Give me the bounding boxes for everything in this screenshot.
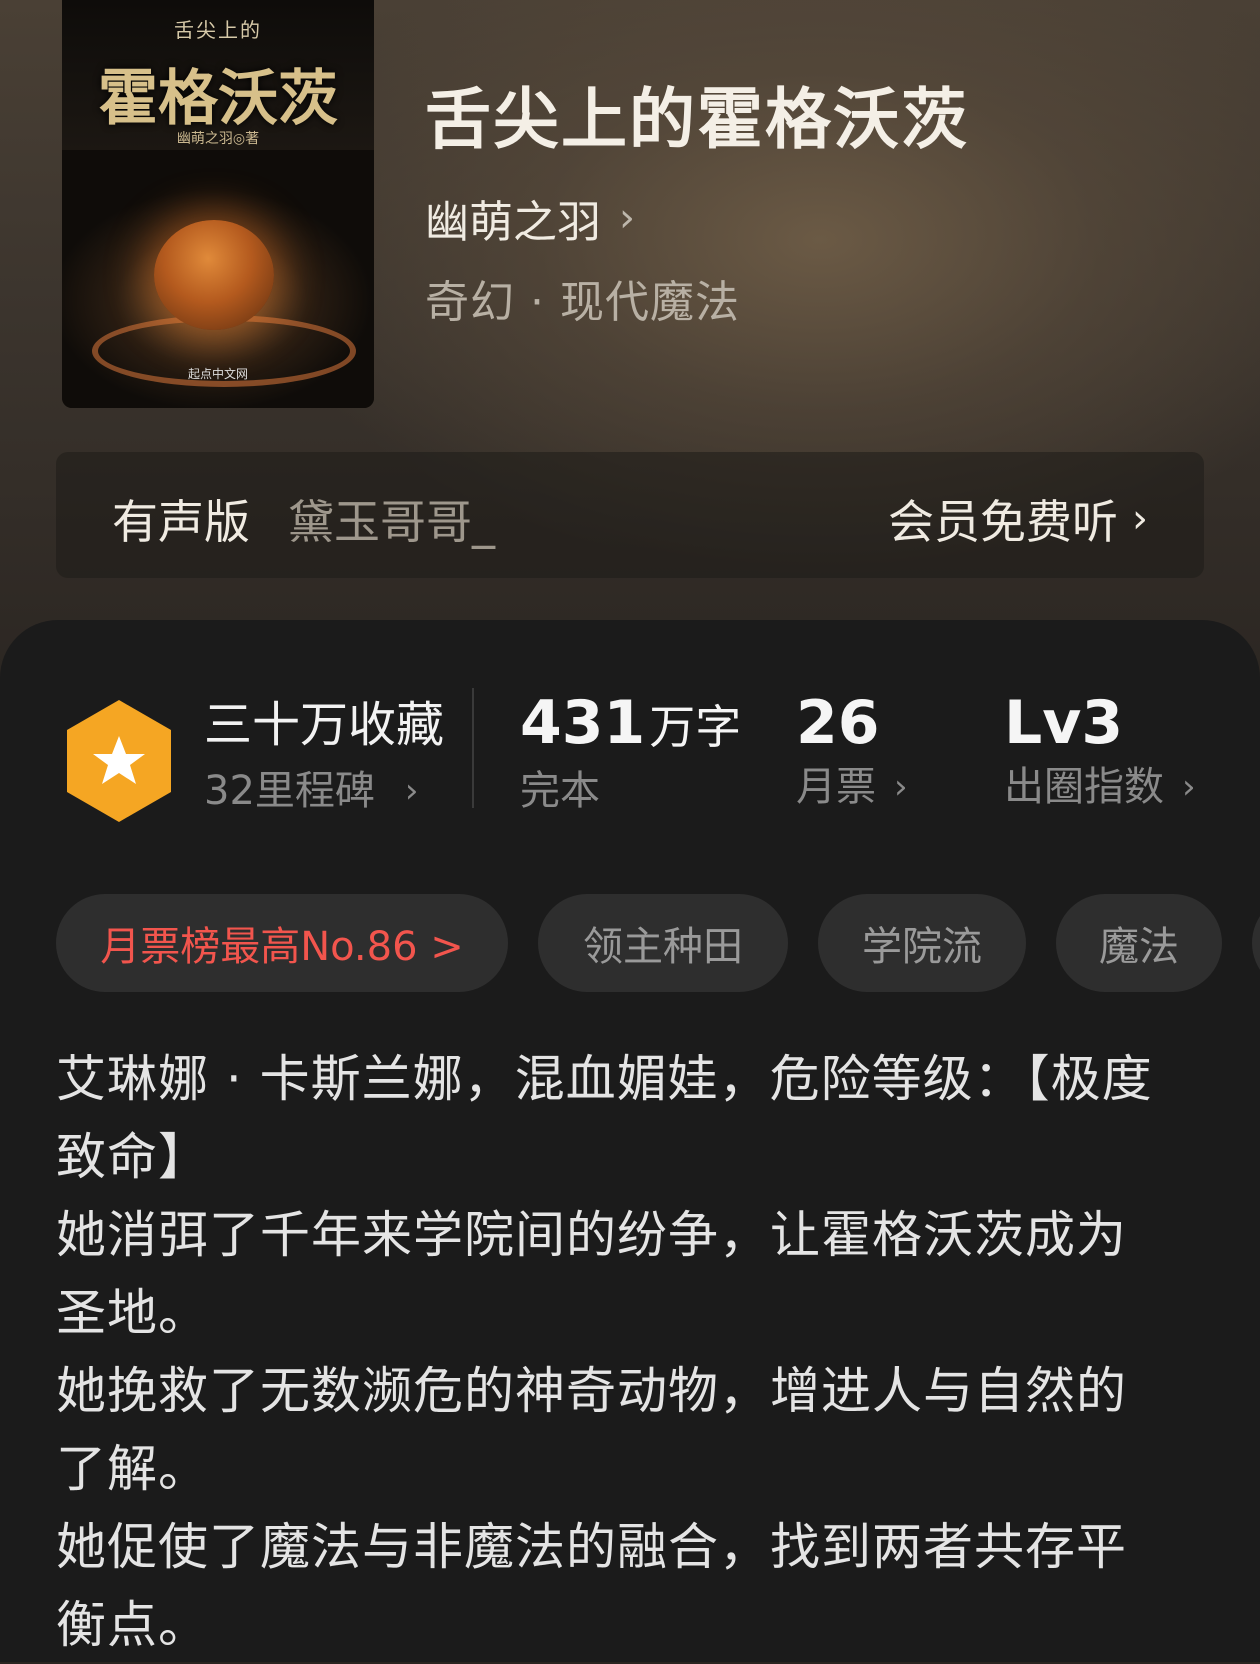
collection-badge-icon[interactable] [64, 698, 174, 824]
ranking-tag[interactable]: 月票榜最高No.86 > [56, 894, 508, 992]
cover-publisher: 起点中文网 [187, 367, 248, 381]
tag-list: 月票榜最高No.86 > 领主种田 学院流 魔法 [56, 894, 1260, 992]
tag-magic[interactable]: 魔法 [1056, 894, 1222, 992]
popularity-index-stat[interactable]: Lv3 出圈指数 › [1004, 686, 1196, 814]
description-line: 艾琳娜 · 卡斯兰娜，混血媚娃，危险等级：【极度致命】 [56, 1050, 1153, 1186]
book-description: 艾琳娜 · 卡斯兰娜，混血媚娃，危险等级：【极度致命】 她消弭了千年来学院间的纷… [56, 1040, 1176, 1664]
chevron-right-icon: › [894, 767, 908, 807]
cover-small-title: 舌尖上的 [174, 18, 262, 42]
description-line: 她挽救了无数濒危的神奇动物，增进人与自然的了解。 [56, 1362, 1127, 1498]
cover-author: 幽萌之羽◎著 [176, 131, 260, 147]
chevron-right-icon: › [619, 195, 635, 241]
stat-divider [472, 688, 474, 808]
chevron-right-icon: › [1132, 496, 1148, 542]
monthly-votes-stat[interactable]: 26 月票 › [796, 686, 908, 814]
milestones-link[interactable]: 32里程碑 › [204, 764, 444, 818]
free-listen-button[interactable]: 会员免费听 › [888, 486, 1148, 552]
description-line: 她促使了魔法与非魔法的融合，找到两者共存平衡点。 [56, 1518, 1127, 1654]
cauldron-illustration [154, 220, 274, 330]
detail-panel: 三十万收藏 32里程碑 › 431万字 完本 26 月票 › Lv3 出圈指数 … [0, 620, 1260, 1662]
author-link[interactable]: 幽萌之羽 › [425, 190, 635, 248]
description-line: 她消弭了千年来学院间的纷争，让霍格沃茨成为圣地。 [56, 1206, 1127, 1342]
chevron-right-icon: › [1182, 767, 1196, 807]
genre-label: 奇幻 · 现代魔法 [425, 277, 740, 328]
collection-count: 三十万收藏 [204, 697, 445, 753]
monthly-votes-value: 26 [796, 688, 880, 758]
collection-stat[interactable]: 三十万收藏 32里程碑 › [204, 694, 444, 818]
popularity-level-value: Lv3 [1004, 688, 1124, 758]
tag-overflow-partial[interactable] [1252, 894, 1260, 992]
tag-lord-farming[interactable]: 领主种田 [538, 894, 788, 992]
audio-narrator: 黛玉哥哥_ [288, 495, 495, 549]
popularity-index-label: 出圈指数 [1004, 764, 1164, 810]
word-count-stat: 431万字 完本 [520, 686, 741, 818]
audiobook-bar[interactable]: 有声版 黛玉哥哥_ 会员免费听 › [56, 452, 1204, 578]
book-cover[interactable]: 舌尖上的 霍格沃茨 幽萌之羽◎著 起点中文网 [62, 0, 374, 408]
author-name: 幽萌之羽 [425, 197, 601, 248]
completion-status: 完本 [520, 768, 600, 814]
cover-title: 霍格沃茨 [98, 64, 338, 134]
audio-label: 有声版 [112, 495, 250, 549]
word-count-value: 431 [520, 688, 646, 758]
monthly-votes-label: 月票 [796, 764, 876, 810]
tag-academy[interactable]: 学院流 [818, 894, 1026, 992]
chevron-right-icon: › [404, 771, 419, 811]
milestones-label: 32里程碑 [204, 768, 375, 814]
free-listen-label: 会员免费听 [888, 495, 1118, 549]
word-count-unit: 万字 [649, 700, 742, 754]
book-title: 舌尖上的霍格沃茨 [425, 80, 969, 158]
